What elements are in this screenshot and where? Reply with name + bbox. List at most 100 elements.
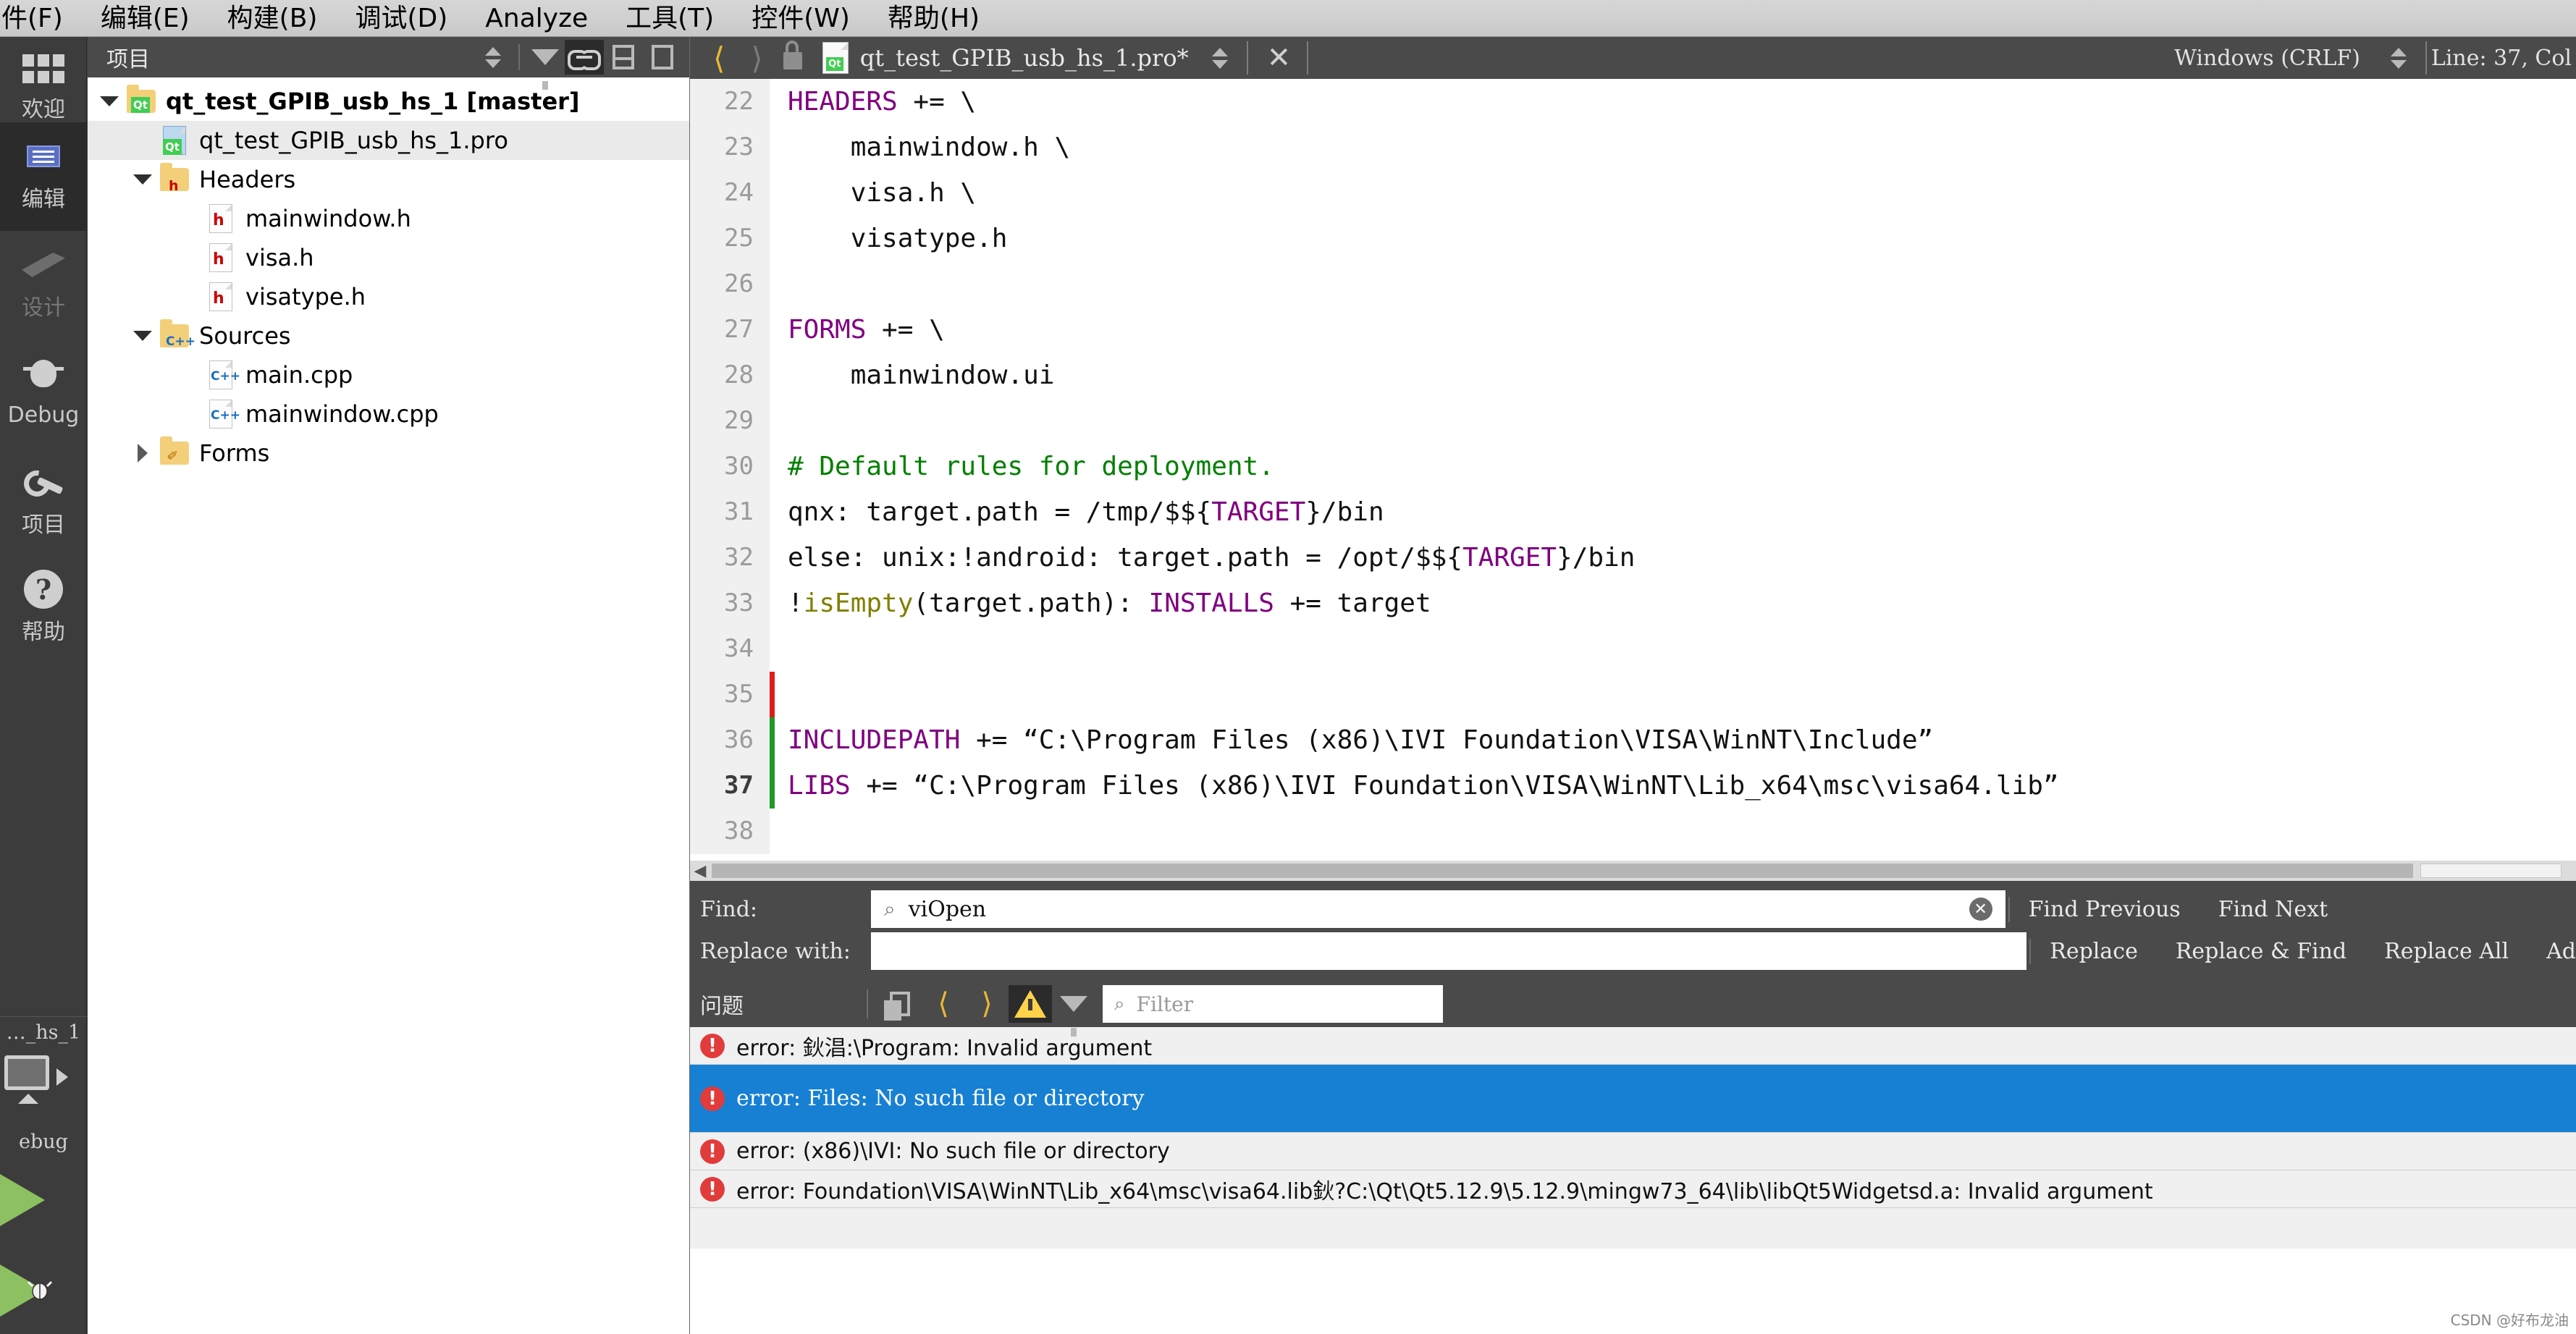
mode-item-debug[interactable]: Debug — [0, 338, 87, 448]
previous-issue-button[interactable]: ⟨ — [922, 985, 965, 1023]
qt-file-icon: Qt — [157, 124, 190, 156]
code-line[interactable]: 36INCLUDEPATH += “C:\Program Files (x86)… — [690, 717, 2576, 763]
debug-button[interactable] — [0, 1247, 87, 1334]
menu-build[interactable]: 构建(B) — [209, 4, 337, 36]
split-panel-button[interactable] — [604, 40, 643, 75]
divider — [518, 44, 520, 70]
filter-tree-button[interactable] — [526, 40, 565, 75]
qt-creator-window: 件(F) 编辑(E) 构建(B) 调试(D) Analyze 工具(T) 控件(… — [0, 0, 2576, 1334]
code-line[interactable]: 27FORMS += \ — [690, 307, 2576, 353]
scrollbar-thumb[interactable] — [712, 864, 2413, 878]
code-line[interactable]: 28 mainwindow.ui — [690, 353, 2576, 398]
next-issue-button[interactable]: ⟩ — [965, 985, 1009, 1023]
replace-input[interactable] — [871, 932, 2026, 970]
replace-and-find-button[interactable]: Replace & Find — [2157, 939, 2365, 964]
run-button[interactable] — [0, 1153, 87, 1247]
change-marker — [770, 216, 775, 261]
mode-item-projects[interactable]: 项目 — [0, 448, 87, 555]
menu-edit[interactable]: 编辑(E) — [82, 4, 209, 36]
navigate-back-button[interactable]: ⟨ — [700, 41, 738, 76]
tree-item-headers[interactable]: hHeaders — [88, 160, 689, 199]
code-line[interactable]: 30# Default rules for deployment. — [690, 444, 2576, 489]
show-warnings-button[interactable] — [1009, 985, 1052, 1023]
issue-row[interactable]: !error: Files: No such file or directory — [690, 1065, 2576, 1133]
scroll-left-arrow-icon[interactable]: ◀ — [690, 862, 710, 880]
code-line[interactable]: 26 — [690, 261, 2576, 307]
menu-tools[interactable]: 工具(T) — [607, 4, 733, 36]
code-line[interactable]: 38 — [690, 809, 2576, 854]
menu-widgets[interactable]: 控件(W) — [733, 4, 869, 36]
issue-row[interactable]: !error: 鈥淐:\Program: Invalid argument — [690, 1027, 2576, 1065]
horizontal-scrollbar[interactable]: ◀ — [690, 861, 2576, 881]
open-documents-dropdown-button[interactable] — [1200, 41, 1239, 75]
code-line[interactable]: 24 visa.h \ — [690, 170, 2576, 216]
advanced-button[interactable]: Ad — [2527, 939, 2576, 964]
tree-item-forms[interactable]: ✏Forms — [88, 434, 689, 473]
mode-item-help[interactable]: ? 帮助 — [0, 555, 87, 662]
tree-item-sources[interactable]: C++Sources — [88, 316, 689, 355]
chevron-right-icon[interactable] — [128, 444, 157, 463]
menu-debug[interactable]: 调试(D) — [336, 4, 466, 36]
issue-row[interactable]: !error: Foundation\VISA\WinNT\Lib_x64\ms… — [690, 1170, 2576, 1208]
replace-button[interactable]: Replace — [2031, 939, 2157, 964]
panel-selector-updown-button[interactable] — [473, 40, 513, 75]
tree-item-visatype.h[interactable]: hvisatype.h — [88, 277, 689, 316]
code-line[interactable]: 32else: unix:!android: target.path = /op… — [690, 535, 2576, 581]
clear-find-button[interactable]: ✕ — [1969, 898, 1992, 921]
tree-item-visa.h[interactable]: hvisa.h — [88, 238, 689, 277]
find-next-button[interactable]: Find Next — [2200, 897, 2346, 922]
code-line[interactable]: 23 mainwindow.h \ — [690, 124, 2576, 170]
navigate-forward-button[interactable]: ⟩ — [738, 41, 775, 76]
unlock-icon[interactable] — [783, 46, 802, 69]
chevron-right-icon: ⟩ — [981, 987, 993, 1021]
chevron-down-icon[interactable] — [128, 331, 157, 341]
find-input[interactable]: ⌕ viOpen ✕ — [871, 890, 2005, 928]
code-line[interactable]: 35 — [690, 672, 2576, 717]
h-file-icon: h — [203, 242, 237, 274]
filter-issues-button[interactable] — [1052, 985, 1095, 1023]
mode-item-edit[interactable]: 编辑 — [0, 122, 87, 231]
chevron-down-icon[interactable] — [128, 174, 157, 185]
tree-item-mainwindow.cpp[interactable]: C++mainwindow.cpp — [88, 394, 689, 434]
tree-item-qt_test_gpib_usb_hs_1master[interactable]: Qtqt_test_GPIB_usb_hs_1 [master] — [88, 82, 689, 121]
cursor-position-label[interactable]: Line: 37, Col — [2431, 46, 2576, 71]
menu-help[interactable]: 帮助(H) — [869, 4, 998, 36]
menu-analyze[interactable]: Analyze — [466, 4, 607, 36]
close-panel-button[interactable] — [643, 40, 682, 75]
line-ending-selector[interactable]: Windows (CRLF) — [2174, 46, 2360, 71]
copy-issue-button[interactable] — [878, 985, 922, 1023]
code-line[interactable]: 34 — [690, 626, 2576, 672]
editor-open-file-tab[interactable]: Qt qt_test_GPIB_usb_hs_1.pro* — [822, 42, 1189, 74]
chevron-down-icon[interactable] — [95, 96, 124, 106]
code-line[interactable]: 33!isEmpty(target.path): INSTALLS += tar… — [690, 581, 2576, 626]
mode-item-welcome[interactable]: 欢迎 — [0, 37, 87, 122]
menu-bar: 件(F) 编辑(E) 构建(B) 调试(D) Analyze 工具(T) 控件(… — [0, 0, 2576, 37]
editor-toolbar: ⟨ ⟩ Qt qt_test_GPIB_usb_hs_1.pro* ✕ Wind… — [690, 37, 2576, 79]
kit-selector-button[interactable] — [0, 1044, 87, 1131]
issues-list: !error: 鈥淐:\Program: Invalid argument!er… — [690, 1027, 2576, 1208]
issues-filter-input[interactable]: ⌕ Filter — [1103, 985, 1443, 1023]
change-marker — [770, 79, 775, 124]
chevron-right-icon — [56, 1068, 68, 1086]
mode-item-design[interactable]: 设计 — [0, 231, 87, 338]
replace-all-button[interactable]: Replace All — [2365, 939, 2527, 964]
code-line[interactable]: 22HEADERS += \ — [690, 79, 2576, 124]
change-marker — [770, 809, 775, 854]
code-line[interactable]: 29 — [690, 398, 2576, 444]
funnel-icon — [1060, 996, 1087, 1012]
tree-item-mainwindow.h[interactable]: hmainwindow.h — [88, 199, 689, 238]
code-editor[interactable]: 22HEADERS += \23 mainwindow.h \24 visa.h… — [690, 79, 2576, 861]
find-previous-button[interactable]: Find Previous — [2010, 897, 2200, 922]
scrollbar-track-right[interactable] — [2420, 864, 2562, 878]
tree-item-qt_test_gpib_usb_hs_1.pro[interactable]: Qtqt_test_GPIB_usb_hs_1.pro — [88, 121, 689, 160]
menu-file[interactable]: 件(F) — [0, 4, 82, 36]
close-document-button[interactable]: ✕ — [1255, 41, 1303, 75]
line-ending-dropdown-button[interactable] — [2379, 41, 2418, 75]
tree-item-main.cpp[interactable]: C++main.cpp — [88, 355, 689, 394]
synchronize-selection-button[interactable] — [565, 40, 604, 75]
code-text: HEADERS += \ — [775, 79, 976, 124]
code-line[interactable]: 31qnx: target.path = /tmp/$${TARGET}/bin — [690, 489, 2576, 535]
issue-row[interactable]: !error: (x86)\IVI: No such file or direc… — [690, 1133, 2576, 1170]
code-line[interactable]: 25 visatype.h — [690, 216, 2576, 261]
code-line[interactable]: 37LIBS += “C:\Program Files (x86)\IVI Fo… — [690, 763, 2576, 809]
